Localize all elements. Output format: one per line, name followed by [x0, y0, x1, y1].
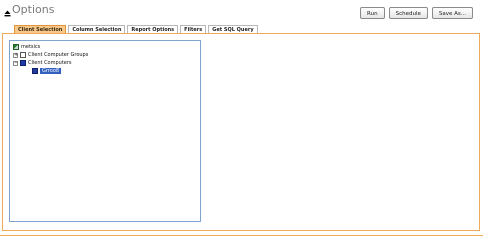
tree-node-label: Client Computer Groups — [28, 52, 89, 58]
tree-node-label: Grroo8 — [40, 68, 62, 74]
panel-bottom-divider — [0, 235, 483, 236]
tab-filters[interactable]: Filters — [180, 25, 207, 33]
tree-node-client-computers[interactable]: − Client Computers — [13, 59, 72, 67]
collapse-icon[interactable]: − — [13, 60, 18, 66]
tree-node-label: metsics — [21, 44, 41, 50]
options-header: Options Run Schedule Save As... — [0, 0, 483, 24]
collapse-arrow-icon[interactable] — [4, 10, 11, 17]
page-title: Options — [12, 3, 55, 16]
tree-node-root[interactable]: metsics — [13, 43, 40, 51]
save-as-button[interactable]: Save As... — [431, 7, 473, 19]
schedule-button[interactable]: Schedule — [388, 7, 428, 19]
folder-icon — [20, 52, 26, 58]
report-options-page: Options Run Schedule Save As... Client S… — [0, 0, 483, 240]
tab-client-selection[interactable]: Client Selection — [14, 25, 67, 33]
tree-node-label: Client Computers — [28, 60, 72, 66]
tab-report-options[interactable]: Report Options — [127, 25, 179, 33]
database-icon — [13, 44, 19, 50]
tab-column-selection[interactable]: Column Selection — [68, 25, 126, 33]
folder-icon — [20, 60, 26, 66]
action-buttons: Run Schedule Save As... — [360, 7, 473, 19]
tab-get-sql-query[interactable]: Get SQL Query — [208, 25, 258, 33]
client-tree[interactable]: metsics + Client Computer Groups − Clien… — [9, 40, 201, 222]
computer-icon — [32, 68, 38, 74]
tree-node-selected-computer[interactable]: Grroo8 — [32, 67, 62, 75]
options-tabs: Client Selection Column Selection Report… — [14, 24, 258, 33]
expand-icon[interactable]: + — [13, 52, 18, 58]
tree-node-client-computer-groups[interactable]: + Client Computer Groups — [13, 51, 88, 59]
run-button[interactable]: Run — [360, 7, 385, 19]
